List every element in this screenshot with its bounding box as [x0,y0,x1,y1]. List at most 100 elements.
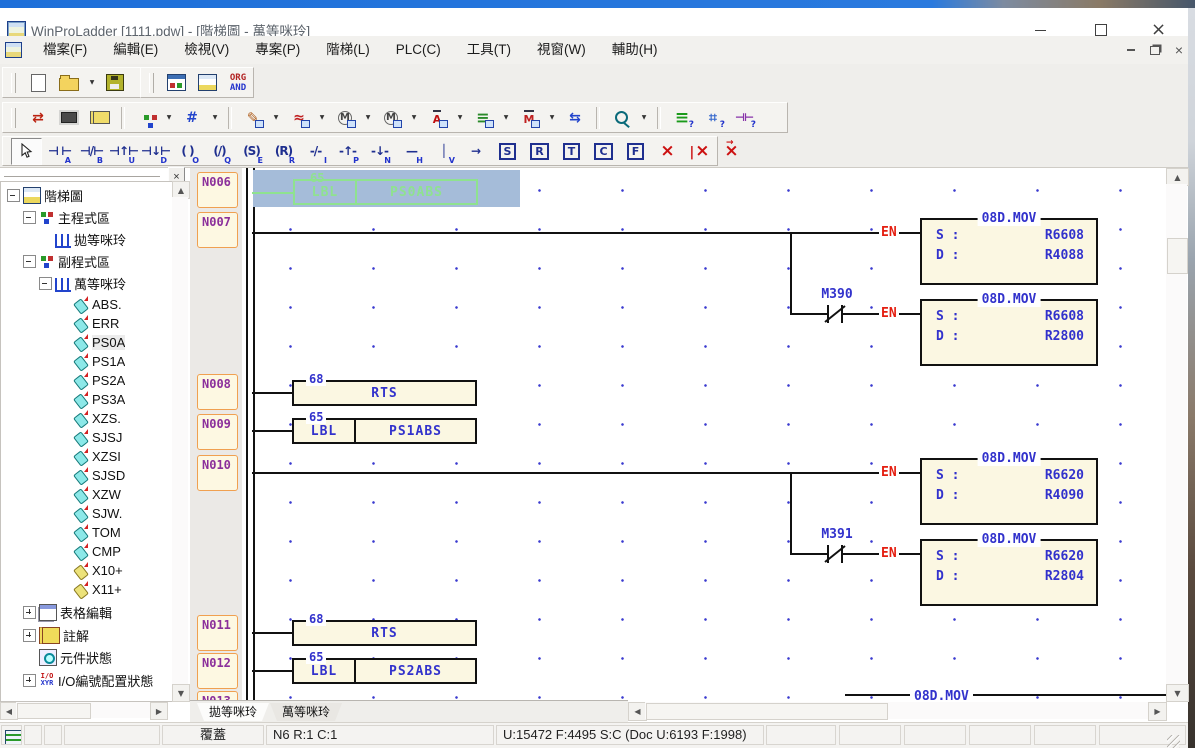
tree-item-element-status[interactable]: 元件狀態 [1,648,174,667]
child-minimize-button[interactable] [1120,42,1142,58]
instruction-list-button[interactable]: ORG AND [224,70,252,95]
menu-window[interactable]: 視窗(W) [524,38,599,62]
falling-edge-button[interactable]: -↓-N [365,139,394,164]
network-label-n013[interactable]: N013 [197,691,238,700]
tree-item-ladder-diagram[interactable]: 階梯圖 [1,186,174,205]
contact-a-button[interactable]: ⊣ ⊢A [45,139,74,164]
run-plc-config-dropdown-icon[interactable] [362,105,374,130]
contact-b-button[interactable]: ⊣/⊢B [77,139,106,164]
new-button[interactable] [24,70,52,95]
open-button[interactable] [55,70,83,95]
ladder-network-button[interactable] [178,105,206,130]
run-plc-config-button[interactable] [331,105,359,130]
online-edit-dropdown-icon[interactable] [454,105,466,130]
find-window-dropdown-icon[interactable] [638,105,650,130]
delete-column-button[interactable]: × [685,139,714,164]
ladder-canvas[interactable]: 65 LBL PS0ABS EN 08D.MOV S :R6608 D :R40… [242,168,1166,700]
collapse-icon[interactable] [23,255,36,268]
ladder-vscroll-thumb[interactable] [1167,238,1188,274]
tree-item-label[interactable]: SJSD [1,466,174,485]
run-plc-dropdown-icon[interactable] [408,105,420,130]
tree-item-label[interactable]: CMP [1,542,174,561]
contact-query-button[interactable] [730,105,758,130]
edit-element-dropdown-icon[interactable] [270,105,282,130]
tree-hscroll-thumb[interactable] [17,703,91,719]
tree-item-label[interactable]: PS3A [1,390,174,409]
mov-block-r6620-r2804[interactable]: 08D.MOV S :R6620 D :R2804 [920,539,1098,606]
tree-item-label[interactable]: XZSI [1,447,174,466]
child-restore-button[interactable] [1144,42,1166,58]
tree-panel-close-button[interactable] [168,167,185,182]
online-edit-button[interactable] [423,105,451,130]
ladder-scroll-down-icon[interactable] [1166,684,1189,702]
mov-block-r6608-r4088[interactable]: 08D.MOV S :R6608 D :R4088 [920,218,1098,285]
online-monitor-dropdown-icon[interactable] [546,105,558,130]
network-label-n011[interactable]: N011 [197,615,238,651]
rising-edge-button[interactable]: -↑-P [333,139,362,164]
child-close-button[interactable] [1168,42,1190,58]
menu-help[interactable]: 輔助(H) [599,38,671,62]
calendar-sync-button[interactable] [561,105,589,130]
step-s-button[interactable]: S [493,139,522,164]
nc-contact-m391[interactable] [818,544,852,564]
tree-item-label[interactable]: XZW [1,485,174,504]
menu-project[interactable]: 專案(P) [242,38,313,62]
tree-item-program-1[interactable]: 拋等咪玲 [1,230,174,249]
status-page-dropdown-icon[interactable] [500,105,512,130]
resize-grip[interactable] [1167,735,1180,748]
list-query-button[interactable] [668,105,696,130]
online-monitor-button[interactable] [515,105,543,130]
tree-item-main-program[interactable]: 主程式區 [1,208,174,227]
rts-block-2[interactable]: 68 RTS [292,620,477,646]
network-label-n012[interactable]: N012 [197,653,238,689]
menu-ladder[interactable]: 階梯(L) [313,38,383,62]
monitor-signal-dropdown-icon[interactable] [316,105,328,130]
tree-scroll-down-icon[interactable] [172,684,190,702]
contact-label-m390[interactable]: M390 [802,287,872,302]
coil-not-button[interactable]: (/)Q [205,139,234,164]
collapse-icon[interactable] [39,277,52,290]
save-button[interactable] [101,70,129,95]
project-window-button[interactable] [162,70,190,95]
tree-item-sub-program[interactable]: 副程式區 [1,252,174,271]
tree-item-label[interactable]: XZS. [1,409,174,428]
expand-icon[interactable] [23,674,36,687]
monitor-signal-button[interactable] [285,105,313,130]
run-plc-button[interactable] [377,105,405,130]
register-book-button[interactable] [86,105,114,130]
coil-out-button[interactable]: ( )O [173,139,202,164]
tree-item-label[interactable]: X11+ [1,580,174,599]
open-dropdown-arrow-icon[interactable] [86,70,98,95]
function-f-button[interactable]: F [621,139,650,164]
ladder-scroll-right-icon[interactable] [1148,702,1167,721]
collapse-icon[interactable] [23,211,36,224]
contact-label-m391[interactable]: M391 [802,527,872,542]
tree-item-comments[interactable]: 註解 [1,626,174,645]
ladder-window-button[interactable] [193,70,221,95]
tree-item-io-config[interactable]: I/OXYRI/O編號配置狀態 [1,671,174,690]
network-query-button[interactable] [699,105,727,130]
tree-item-label[interactable]: SJW. [1,504,174,523]
network-label-n009[interactable]: N009 [197,414,238,450]
counter-c-button[interactable]: C [589,139,618,164]
project-tree-button[interactable] [132,105,160,130]
coil-set-button[interactable]: (S)E [237,139,266,164]
menu-plc[interactable]: PLC(C) [383,38,454,62]
tree-scroll-right-icon[interactable] [150,702,168,720]
menu-file[interactable]: 檔案(F) [30,38,100,62]
tree-item-label[interactable]: PS1A [1,352,174,371]
delete-network-button[interactable]: × [717,139,746,164]
timer-t-button[interactable]: T [557,139,586,164]
pointer-tool-button[interactable] [11,138,42,165]
mdi-child-icon[interactable] [5,42,22,58]
toolbar-grip[interactable] [11,73,16,93]
tree-item-label[interactable]: PS2A [1,371,174,390]
tree-item-program-2[interactable]: 萬等咪玲 [1,274,174,293]
jump-arrow-button[interactable]: → [461,139,490,164]
lbl-block-ps0abs[interactable]: 65 LBL PS0ABS [293,179,478,205]
network-label-n008[interactable]: N008 [197,374,238,410]
lbl-block-ps1abs[interactable]: 65 LBL PS1ABS [292,418,477,444]
nc-contact-m390[interactable] [818,304,852,324]
vertical-line-button[interactable]: │V [429,139,458,164]
delete-element-button[interactable]: × [653,139,682,164]
